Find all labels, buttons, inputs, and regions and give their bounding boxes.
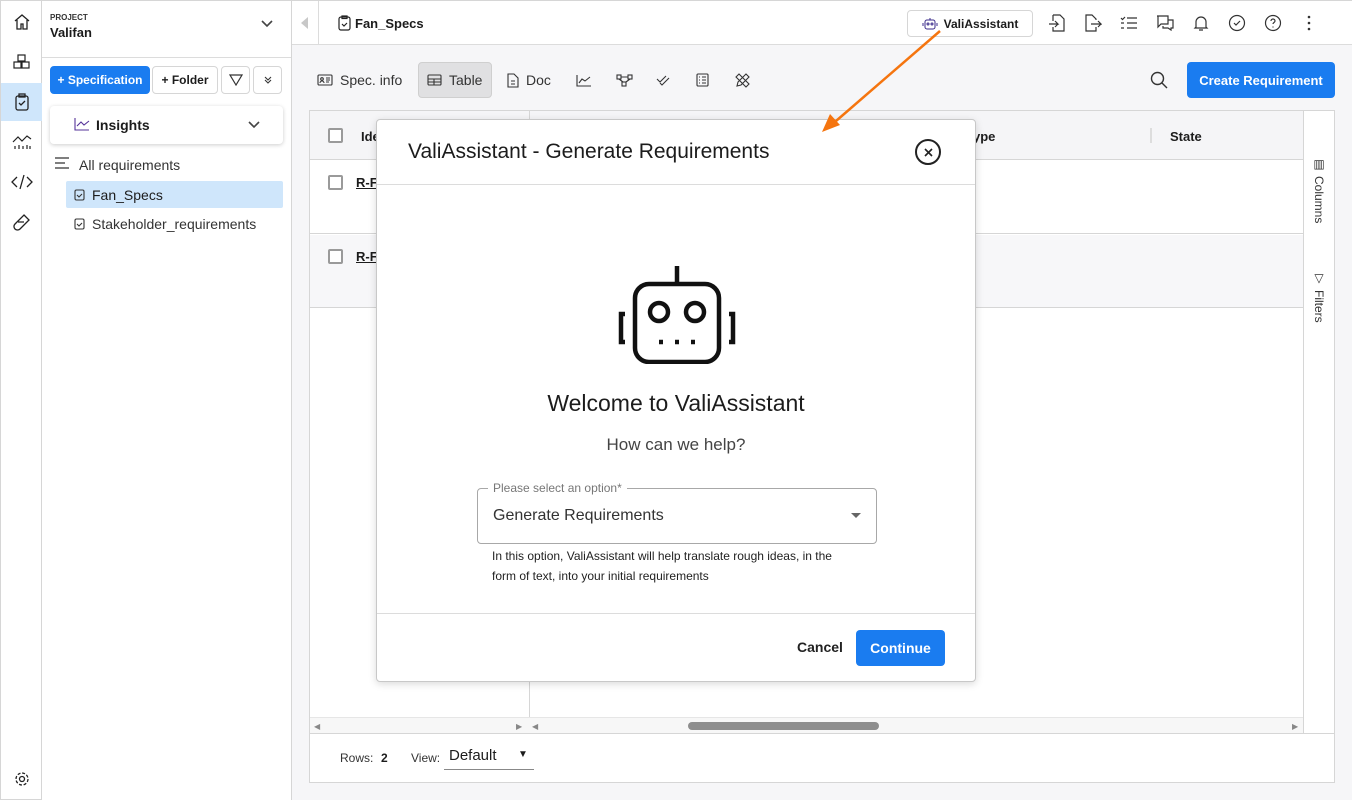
annotation-arrow (822, 30, 941, 132)
